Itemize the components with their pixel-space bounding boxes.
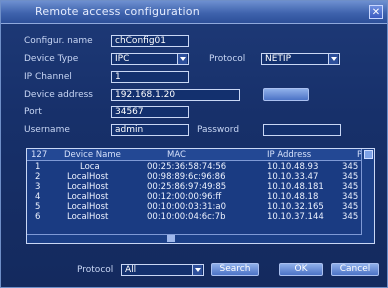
header-mac[interactable]: MAC — [167, 150, 186, 160]
remote-action-button[interactable] — [263, 88, 309, 101]
row-ip: 10.10.37.144 — [267, 212, 324, 222]
row-port: 345 — [342, 162, 359, 172]
chevron-down-icon — [195, 268, 201, 272]
row-index: 4 — [35, 192, 41, 202]
row-ip: 10.10.48.93 — [267, 162, 319, 172]
row-device-name: LocalHost — [67, 202, 109, 212]
device-type-value: IPC — [115, 54, 130, 64]
list-header: 127 Device Name MAC IP Address Po — [27, 149, 374, 161]
row-ip: 10.10.32.165 — [267, 202, 324, 212]
row-mac: 00:25:36:58:74:56 — [147, 162, 227, 172]
filter-protocol-select[interactable]: All — [121, 264, 204, 276]
row-mac: 00:10:00:04:6c:7b — [147, 212, 226, 222]
row-ip: 10.10.33.47 — [267, 172, 319, 182]
row-port: 345 — [342, 202, 359, 212]
filter-protocol-label: Protocol — [77, 265, 114, 275]
row-device-name: LocalHost — [67, 182, 109, 192]
row-port: 345 — [342, 212, 359, 222]
device-type-label: Device Type — [24, 54, 79, 64]
password-input[interactable] — [263, 124, 341, 136]
username-label: Username — [24, 125, 70, 135]
ip-channel-input[interactable]: 1 — [111, 71, 189, 83]
table-row[interactable]: 3 LocalHost 00:25:86:97:49:85 10.10.48.1… — [27, 182, 362, 192]
protocol-select[interactable]: NETIP — [261, 53, 340, 65]
row-port: 345 — [342, 172, 359, 182]
ip-channel-label: IP Channel — [24, 72, 72, 82]
ok-button[interactable]: OK — [279, 263, 323, 276]
row-ip: 10.10.48.181 — [267, 182, 324, 192]
table-row[interactable]: 6 LocalHost 00:10:00:04:6c:7b 10.10.37.1… — [27, 212, 362, 222]
row-port: 345 — [342, 192, 359, 202]
row-device-name: Loca — [80, 162, 100, 172]
row-mac: 00:25:86:97:49:85 — [147, 182, 227, 192]
cancel-button[interactable]: Cancel — [331, 263, 379, 276]
protocol-value: NETIP — [265, 54, 291, 64]
close-icon[interactable]: ✕ — [369, 5, 383, 19]
password-label: Password — [197, 125, 240, 135]
device-address-input[interactable]: 192.168.1.20 — [111, 89, 240, 101]
header-count: 127 — [31, 150, 48, 160]
username-input[interactable]: admin — [111, 124, 189, 136]
filter-protocol-value: All — [125, 265, 137, 275]
port-input[interactable]: 34567 — [111, 106, 189, 118]
row-index: 6 — [35, 212, 41, 222]
device-list[interactable]: 127 Device Name MAC IP Address Po 1 Loca… — [26, 148, 375, 244]
row-mac: 00:10:00:03:31:a0 — [147, 202, 227, 212]
vertical-scrollbar[interactable] — [361, 149, 374, 243]
search-button[interactable]: Search — [211, 263, 259, 276]
chevron-down-icon — [180, 57, 186, 61]
config-name-input[interactable]: chConfig01 — [111, 35, 189, 47]
row-index: 5 — [35, 202, 41, 212]
scroll-thumb[interactable] — [167, 235, 175, 242]
row-ip: 10.10.48.18 — [267, 192, 319, 202]
table-row[interactable]: 5 LocalHost 00:10:00:03:31:a0 10.10.32.1… — [27, 202, 362, 212]
window-title: Remote access configuration — [35, 5, 200, 18]
remote-access-window: Remote access configuration ✕ Configur. … — [0, 0, 388, 288]
row-mac: 00:12:00:00:96:ff — [147, 192, 222, 202]
row-port: 345 — [342, 182, 359, 192]
chevron-down-icon — [331, 57, 337, 61]
title-bar[interactable]: Remote access configuration ✕ — [1, 1, 387, 24]
device-address-label: Device address — [24, 90, 93, 100]
table-row[interactable]: 2 LocalHost 00:98:89:6c:96:86 10.10.33.4… — [27, 172, 362, 182]
row-index: 1 — [35, 162, 41, 172]
header-ip-address[interactable]: IP Address — [267, 150, 311, 160]
row-index: 3 — [35, 182, 41, 192]
protocol-label: Protocol — [209, 54, 246, 64]
table-row[interactable]: 4 LocalHost 00:12:00:00:96:ff 10.10.48.1… — [27, 192, 362, 202]
row-index: 2 — [35, 172, 41, 182]
device-type-select[interactable]: IPC — [111, 53, 189, 65]
config-name-label: Configur. name — [24, 36, 93, 46]
row-device-name: LocalHost — [67, 192, 109, 202]
row-device-name: LocalHost — [67, 172, 109, 182]
row-device-name: LocalHost — [67, 212, 109, 222]
table-row[interactable]: 1 Loca 00:25:36:58:74:56 10.10.48.93 345 — [27, 162, 362, 172]
row-mac: 00:98:89:6c:96:86 — [147, 172, 226, 182]
scroll-thumb[interactable] — [364, 150, 373, 159]
port-label: Port — [24, 107, 42, 117]
header-device-name[interactable]: Device Name — [64, 150, 121, 160]
horizontal-scrollbar[interactable] — [27, 234, 362, 243]
